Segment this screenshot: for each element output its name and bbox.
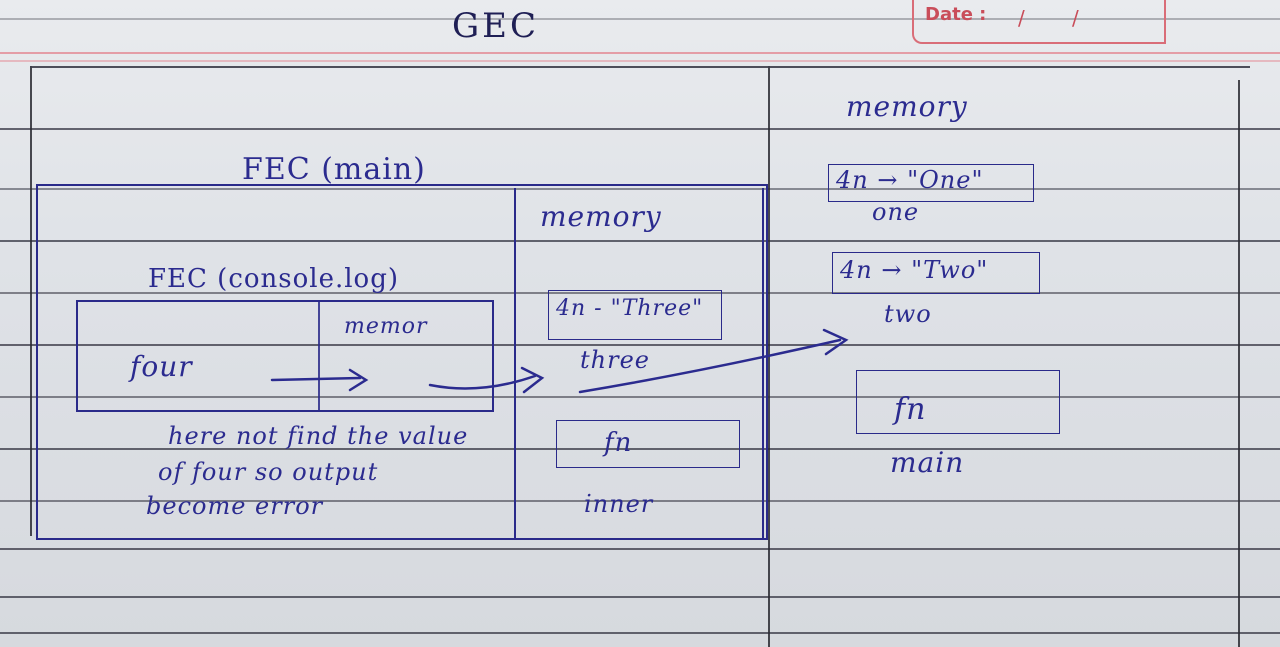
arrow-to-global-memory bbox=[578, 338, 842, 394]
arrow-to-main-memory bbox=[428, 374, 537, 390]
arrowhead bbox=[348, 368, 369, 392]
notebook-page: GEC Date : / / memory 4n → "One" one 4n … bbox=[0, 0, 1280, 647]
scope-chain-arrows bbox=[270, 328, 849, 394]
arrow-console-to-memory bbox=[270, 376, 362, 382]
